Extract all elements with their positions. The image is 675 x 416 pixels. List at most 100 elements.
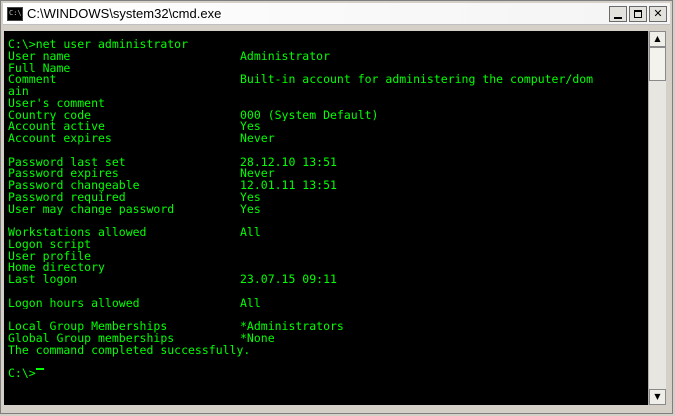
maximize-icon [634,10,642,18]
result-text: The command completed successfully. [8,342,251,357]
output-row: Account expires Never [8,133,648,145]
row-value: Yes [240,203,261,216]
row-label: Full Name [8,62,71,75]
output-row: Local Group Memberships *Administrators [8,321,648,333]
row-value: *Administrators [240,321,344,333]
row-value [240,286,648,298]
row-value: Yes [240,121,261,133]
output-row: Comment Built-in account for administerin… [8,74,648,86]
console-output[interactable]: C:\>net user administrator User name Admi… [4,31,648,405]
row-value [240,86,648,98]
row-value: All [240,227,261,239]
output-row [8,286,648,298]
cmd-window: C:\ C:\WINDOWS\system32\cmd.exe ✕ C:\>ne… [0,0,673,414]
output-row: Password changeable 12.01.11 13:51 [8,180,648,192]
row-label [8,215,240,227]
prompt-line[interactable]: C:\> [8,366,648,380]
console-icon[interactable]: C:\ [7,7,23,21]
row-label: Last logon [8,274,78,286]
output-row: Account active Yes [8,121,648,133]
output-rows: User name Administrator Full Name Comment Bu… [8,51,648,345]
row-label: Password changeable [8,180,140,192]
scroll-down-button[interactable]: ▼ [649,389,666,405]
row-value [240,251,648,263]
vertical-scrollbar[interactable]: ▲ ▼ [648,31,666,405]
close-icon: ✕ [653,7,663,20]
minimize-icon [614,17,622,19]
row-value: Never [240,168,275,180]
row-label: Password last set [8,156,126,169]
row-label: Password expires [8,168,119,180]
row-label: Country code [8,109,92,122]
text-cursor [35,368,44,370]
row-value: Administrator [240,50,331,63]
output-row: Full Name [8,63,648,75]
row-label: User profile [8,250,92,263]
output-row: Password expires Never [8,168,648,180]
output-row [8,215,648,227]
row-value [240,239,648,251]
arrow-up-icon: ▲ [654,34,661,43]
row-value: Built-in account for administering the c… [240,74,594,86]
row-label: Comment [8,74,57,86]
output-row: User profile [8,251,648,263]
result-line: The command completed successfully. [8,342,648,357]
output-row: Password last set 28.12.10 13:51 [8,157,648,169]
row-value [240,98,648,110]
scroll-up-button[interactable]: ▲ [649,31,666,47]
row-label [8,309,240,321]
command-line: C:\>net user administrator [8,37,648,51]
window-title: C:\WINDOWS\system32\cmd.exe [27,6,222,21]
row-value: Never [240,133,275,145]
row-label: Logon hours allowed [8,297,140,310]
output-row: User may change password Yes [8,204,648,216]
output-row: User name Administrator [8,51,648,63]
arrow-down-icon: ▼ [654,392,661,401]
row-label: ain [8,86,29,98]
row-label: Account expires [8,133,112,145]
output-row: Logon hours allowed All [8,298,648,310]
row-value [240,262,648,274]
row-value [240,215,648,227]
output-row: ain [8,86,648,98]
row-label: Workstations allowed [8,227,147,239]
output-row: Home directory [8,262,648,274]
row-value: 28.12.10 13:51 [240,156,337,169]
row-value: Yes [240,191,261,204]
command-text: C:\>net user administrator [8,37,189,51]
maximize-button[interactable] [629,6,647,22]
output-row: User's comment [8,98,648,110]
row-value: *None [240,332,275,345]
output-row: Password required Yes [8,192,648,204]
prompt-text: C:\> [8,366,36,380]
row-label [8,145,240,157]
minimize-button[interactable] [609,6,627,22]
row-value: All [240,297,261,310]
console-icon-label: C:\ [9,9,22,17]
row-label: Home directory [8,262,105,274]
row-value [240,309,648,321]
row-value: 12.01.11 13:51 [240,180,337,192]
row-label: Password required [8,191,126,204]
close-button[interactable]: ✕ [649,6,667,22]
output-row [8,145,648,157]
row-label: User name [8,50,71,63]
row-value [240,145,648,157]
row-label: Local Group Memberships [8,321,168,333]
row-label: User's comment [8,97,105,110]
output-row: Logon script [8,239,648,251]
output-row: Workstations allowed All [8,227,648,239]
output-row: Last logon 23.07.15 09:11 [8,274,648,286]
row-value: 000 (System Default) [240,109,379,122]
row-label [8,286,240,298]
row-value: 23.07.15 09:11 [240,274,337,286]
title-bar[interactable]: C:\ C:\WINDOWS\system32\cmd.exe ✕ [3,3,670,25]
row-value [240,63,648,75]
output-row: Country code 000 (System Default) [8,110,648,122]
scroll-thumb[interactable] [649,47,666,81]
row-label: Logon script [8,238,92,251]
output-row [8,309,648,321]
row-label: User may change password [8,203,175,216]
row-label: Account active [8,121,105,133]
